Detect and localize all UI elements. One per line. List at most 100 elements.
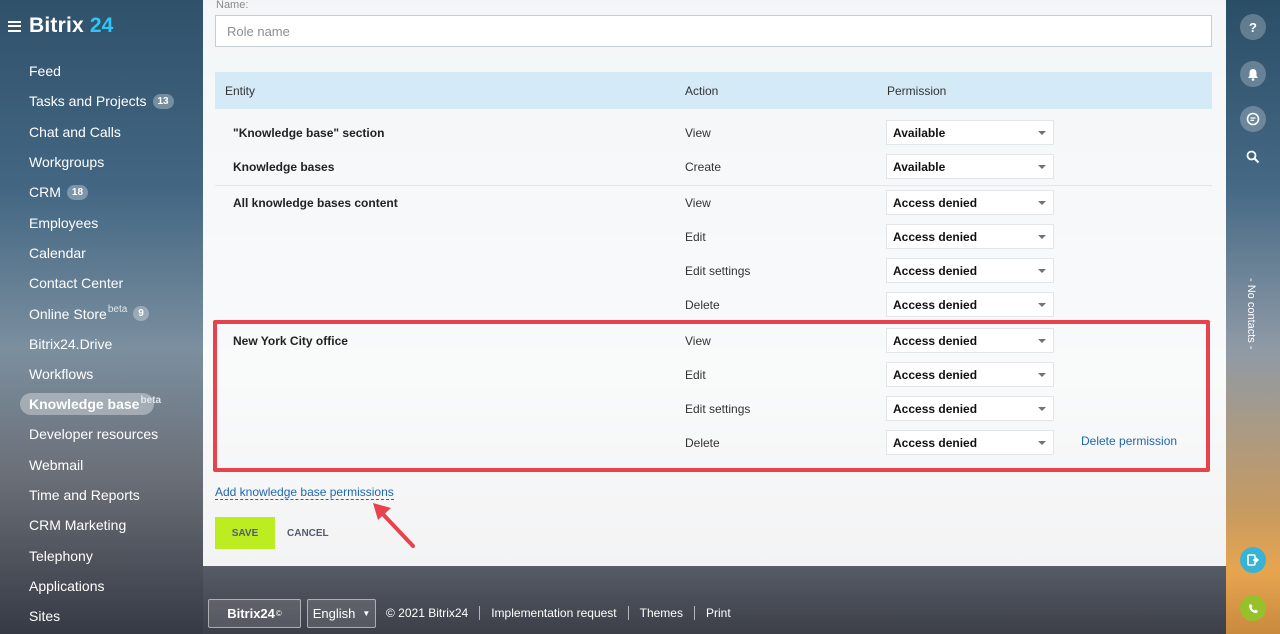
sidebar-item-label: Tasks and Projects	[29, 93, 147, 110]
sidebar-item-online-store[interactable]: Online Store beta 9	[20, 298, 174, 328]
sidebar-menu: Feed Tasks and Projects 13 Chat and Calls Wo…	[20, 56, 174, 631]
sidebar-item-label: Time and Reports	[29, 487, 140, 503]
beta-tag: beta	[107, 304, 128, 316]
chevron-down-icon	[1038, 303, 1046, 307]
sidebar-item-bitrix24-drive[interactable]: Bitrix24.Drive	[20, 329, 174, 359]
footer-logo-mark: ©	[275, 608, 282, 618]
sidebar-item-workgroups[interactable]: Workgroups	[20, 147, 174, 177]
sidebar-item-label: Online Store	[29, 305, 107, 322]
action-column-header: Action	[685, 84, 719, 98]
action-name: Create	[685, 160, 722, 174]
permission-select[interactable]: Available	[886, 120, 1054, 145]
sidebar-item-knowledge-base[interactable]: Knowledge base beta	[20, 393, 161, 416]
permission-value: Access denied	[893, 264, 978, 278]
sidebar-item-workflows[interactable]: Workflows	[20, 359, 174, 389]
chevron-down-icon	[1038, 165, 1046, 169]
add-permissions-link[interactable]: Add knowledge base permissions	[215, 485, 394, 500]
entity-name: All knowledge bases content	[233, 196, 398, 210]
sidebar-item-calendar[interactable]: Calendar	[20, 238, 174, 268]
sidebar-item-telephony[interactable]: Telephony	[20, 540, 174, 570]
no-contacts-label: - No contacts -	[1245, 278, 1257, 350]
language-selector[interactable]: English ▼	[307, 598, 376, 628]
role-editor-panel: Name: Entity Action Permission "Knowledg…	[203, 0, 1226, 566]
search-icon[interactable]	[1240, 144, 1266, 170]
sidebar-item-chat-and-calls[interactable]: Chat and Calls	[20, 117, 174, 147]
arrow-annotation-icon	[373, 503, 415, 548]
help-icon[interactable]: ?	[1240, 14, 1266, 40]
chevron-down-icon	[1038, 201, 1046, 205]
table-row: Edit settings Access denied	[215, 253, 1212, 287]
permissions-table: Entity Action Permission "Knowledge base…	[215, 72, 1212, 455]
help-glyph: ?	[1249, 19, 1257, 35]
table-row: All knowledge bases content View Access de…	[215, 185, 1212, 219]
sidebar-item-label: Applications	[29, 577, 105, 594]
divider	[693, 606, 695, 620]
highlight-box	[213, 320, 1210, 472]
sidebar-item-label: Sites	[29, 608, 61, 625]
permission-select[interactable]: Access denied	[886, 190, 1054, 215]
sidebar-item-tasks-and-projects[interactable]: Tasks and Projects 13	[20, 86, 174, 116]
sidebar-item-sites[interactable]: Sites	[20, 601, 174, 631]
open-lines-icon[interactable]	[1240, 547, 1266, 573]
sidebar-item-label: Feed	[29, 63, 61, 80]
action-name: Delete	[685, 298, 720, 312]
permission-select[interactable]: Available	[886, 154, 1054, 179]
table-row: Knowledge bases Create Available	[215, 149, 1212, 183]
permission-value: Access denied	[893, 298, 978, 312]
phone-icon[interactable]	[1240, 595, 1266, 621]
themes-link[interactable]: Themes	[640, 606, 683, 620]
right-sidebar: ? - No contacts -	[1226, 0, 1280, 634]
chevron-down-icon: ▼	[362, 608, 371, 618]
table-row: Edit Access denied	[215, 219, 1212, 253]
sidebar-item-developer-resources[interactable]: Developer resources	[20, 419, 174, 449]
chevron-down-icon	[1038, 269, 1046, 273]
chat-icon[interactable]	[1240, 106, 1266, 132]
sidebar-item-label: CRM Marketing	[29, 517, 127, 534]
notifications-icon[interactable]	[1240, 61, 1266, 87]
permission-select[interactable]: Access denied	[886, 224, 1054, 249]
permission-value: Access denied	[893, 196, 978, 210]
cancel-button[interactable]: CANCEL	[287, 517, 329, 549]
sidebar-item-employees[interactable]: Employees	[20, 207, 174, 237]
name-label: Name:	[216, 0, 249, 11]
divider	[627, 606, 629, 620]
counter-badge: 18	[66, 184, 89, 200]
table-header: Entity Action Permission	[215, 72, 1212, 109]
permission-select[interactable]: Access denied	[886, 258, 1054, 283]
copyright: © 2021 Bitrix24	[386, 606, 469, 620]
language-label: English	[312, 605, 356, 621]
sidebar-item-feed[interactable]: Feed	[20, 56, 174, 86]
logo[interactable]: Bitrix 24	[8, 14, 113, 38]
sidebar-item-label: Webmail	[29, 456, 84, 473]
entity-name: "Knowledge base" section	[233, 126, 385, 140]
permission-value: Available	[893, 126, 946, 140]
entity-name: Knowledge bases	[233, 160, 335, 174]
sidebar-item-label: Knowledge base	[29, 396, 140, 413]
table-row: "Knowledge base" section View Available	[215, 115, 1212, 149]
menu-icon[interactable]	[8, 20, 21, 32]
sidebar-item-label: Workflows	[29, 366, 94, 383]
sidebar-item-applications[interactable]: Applications	[20, 571, 174, 601]
sidebar-item-crm[interactable]: CRM 18	[20, 177, 174, 207]
permission-value: Available	[893, 160, 946, 174]
entity-column-header: Entity	[225, 84, 256, 98]
chevron-down-icon	[1038, 235, 1046, 239]
sidebar-item-contact-center[interactable]: Contact Center	[20, 268, 174, 298]
sidebar-item-crm-marketing[interactable]: CRM Marketing	[20, 510, 174, 540]
sidebar-item-label: Bitrix24.Drive	[29, 335, 113, 352]
sidebar-item-label: Calendar	[29, 244, 86, 261]
sidebar-item-webmail[interactable]: Webmail	[20, 450, 174, 480]
beta-tag: beta	[140, 394, 162, 406]
permission-select[interactable]: Access denied	[886, 292, 1054, 317]
sidebar-item-label: CRM	[29, 184, 61, 201]
sidebar-item-label: Employees	[29, 214, 99, 231]
footer-logo[interactable]: Bitrix24 ©	[208, 598, 301, 628]
permission-column-header: Permission	[887, 84, 947, 98]
sidebar-item-label: Telephony	[29, 547, 93, 564]
implementation-request-link[interactable]: Implementation request	[491, 606, 616, 620]
role-name-input[interactable]	[215, 15, 1212, 47]
sidebar-item-time-and-reports[interactable]: Time and Reports	[20, 480, 174, 510]
logo-brand: Bitrix	[29, 14, 84, 37]
print-link[interactable]: Print	[706, 606, 731, 620]
save-button[interactable]: SAVE	[215, 517, 275, 549]
